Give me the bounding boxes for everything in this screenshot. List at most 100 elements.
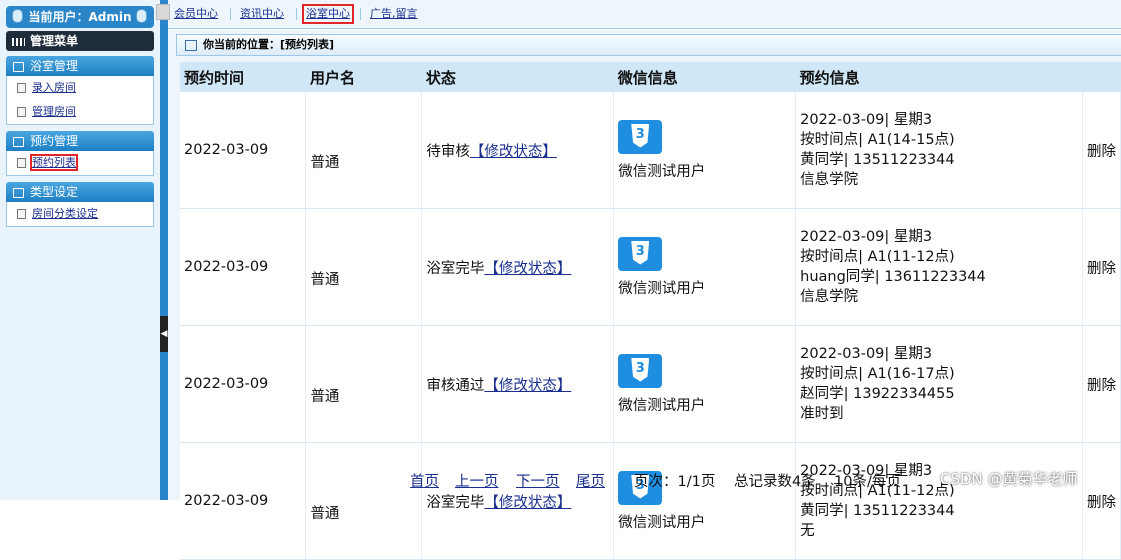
- info-contact: 赵同学| 13922334455: [800, 386, 955, 402]
- delete-link[interactable]: 删除: [1087, 495, 1116, 511]
- cell-wechat: 3 微信测试用户: [613, 92, 797, 209]
- menu-group-title[interactable]: 浴室管理: [6, 56, 154, 76]
- pin-icon: [12, 9, 23, 23]
- tab-bathroom-center[interactable]: 浴室中心: [302, 4, 354, 24]
- menu-group-title[interactable]: 预约管理: [6, 131, 154, 151]
- cell-action: 删除: [1082, 208, 1121, 326]
- info-contact: huang同学| 13611223344: [800, 269, 986, 285]
- current-user-bar: 当前用户：Admin: [6, 6, 154, 28]
- window-icon: [185, 39, 197, 51]
- sidebar-item-label[interactable]: 房间分类设定: [32, 207, 98, 220]
- col-header-info: 预约信息: [795, 62, 1083, 92]
- first-page-link[interactable]: 首页: [410, 474, 439, 490]
- folder-icon: [13, 187, 24, 198]
- sidebar-item-label[interactable]: 预约列表: [30, 154, 78, 171]
- cell-user: 普通: [305, 92, 423, 209]
- cell-info: 2022-03-09| 星期3 按时间点| A1(11-12点) 黄同学| 13…: [795, 442, 1083, 560]
- edit-status-link[interactable]: 【修改状态】: [484, 261, 571, 277]
- cell-status: 审核通过【修改状态】: [421, 325, 615, 443]
- cell-time: 2022-03-09: [180, 325, 307, 443]
- cell-wechat: 3 微信测试用户: [613, 208, 797, 326]
- delete-link[interactable]: 删除: [1087, 378, 1116, 394]
- document-icon: [17, 107, 26, 117]
- cell-user: 普通: [305, 208, 423, 326]
- tab-member-center[interactable]: 会员中心: [174, 6, 218, 22]
- sidebar-item-booking-list[interactable]: 预约列表: [7, 151, 153, 175]
- menu-group-type: 类型设定 房间分类设定: [6, 182, 154, 227]
- info-note: 信息学院: [800, 289, 859, 305]
- wechat-name: 微信测试用户: [618, 280, 706, 297]
- document-icon: [17, 83, 26, 93]
- cell-user: 普通: [305, 442, 423, 560]
- tab-ads-messages[interactable]: 广告,留言: [370, 6, 418, 22]
- cell-info: 2022-03-09| 星期3 按时间点| A1(11-12点) huang同学…: [795, 208, 1083, 326]
- cell-info: 2022-03-09| 星期3 按时间点| A1(14-15点) 黄同学| 13…: [795, 92, 1083, 209]
- last-page-link[interactable]: 尾页: [576, 474, 605, 490]
- delete-link[interactable]: 删除: [1087, 261, 1116, 277]
- table-row: 2022-03-09 普通 待审核【修改状态】 3 微信测试用户 2022-03-…: [180, 92, 1121, 209]
- sidebar-item-label[interactable]: 录入房间: [32, 81, 76, 94]
- css3-icon: 3: [618, 353, 663, 388]
- menu-title: 管理菜单: [30, 34, 79, 48]
- cell-wechat: 3 微信测试用户: [613, 442, 797, 560]
- tab-divider: [296, 8, 297, 20]
- tab-divider: [360, 8, 361, 20]
- menu-group-label: 浴室管理: [30, 59, 79, 73]
- menu-group-title[interactable]: 类型设定: [6, 182, 154, 202]
- edit-status-link[interactable]: 【修改状态】: [484, 378, 571, 394]
- menu-group-bathroom: 浴室管理 录入房间 管理房间: [6, 56, 154, 125]
- sidebar-item-manage-room[interactable]: 管理房间: [7, 100, 153, 124]
- info-slot: 按时间点| A1(16-17点): [800, 366, 955, 382]
- info-note: 无: [800, 523, 815, 539]
- breadcrumb-text: 你当前的位置：[预约列表]: [203, 38, 335, 51]
- cell-info: 2022-03-09| 星期3 按时间点| A1(16-17点) 赵同学| 13…: [795, 325, 1083, 443]
- grid-icon: [12, 37, 25, 46]
- per-page: 10条/每页: [834, 474, 901, 490]
- delete-link[interactable]: 删除: [1087, 144, 1116, 160]
- table-header-row: 预约时间 用户名 状态 微信信息 预约信息: [180, 62, 1121, 92]
- col-header-wechat: 微信信息: [613, 62, 796, 92]
- total-records: 总记录数4条: [734, 474, 816, 490]
- info-date: 2022-03-09| 星期3: [800, 346, 933, 362]
- tab-news-center[interactable]: 资讯中心: [240, 6, 284, 22]
- watermark: CSDN @黄菊华老师: [940, 470, 1078, 488]
- sidebar-item-add-room[interactable]: 录入房间: [7, 76, 153, 100]
- breadcrumb: 你当前的位置：[预约列表]: [176, 34, 1121, 56]
- document-icon: [17, 209, 26, 219]
- collapse-arrow-icon[interactable]: ◀: [160, 316, 168, 352]
- info-date: 2022-03-09| 星期3: [800, 112, 933, 128]
- menu-group-label: 类型设定: [30, 185, 79, 199]
- css3-icon: 3: [618, 119, 663, 154]
- col-header-status: 状态: [421, 62, 614, 92]
- cell-status: 待审核【修改状态】: [421, 92, 615, 209]
- menu-group-booking: 预约管理 预约列表: [6, 131, 154, 176]
- sidebar: 当前用户：Admin 管理菜单 浴室管理 录入房间 管理房间 预约管理 预约列表…: [0, 0, 160, 500]
- edit-status-link[interactable]: 【修改状态】: [470, 144, 557, 160]
- wechat-name: 微信测试用户: [618, 397, 706, 414]
- nav-box-icon: [156, 4, 170, 20]
- sidebar-item-room-category[interactable]: 房间分类设定: [7, 202, 153, 226]
- wechat-name: 微信测试用户: [618, 514, 706, 531]
- sidebar-item-label[interactable]: 管理房间: [32, 105, 76, 118]
- prev-page-link[interactable]: 上一页: [455, 474, 499, 490]
- cell-wechat: 3 微信测试用户: [613, 325, 797, 443]
- top-nav: 会员中心 资讯中心 浴室中心 广告,留言: [156, 0, 1121, 29]
- edit-status-link[interactable]: 【修改状态】: [484, 495, 571, 511]
- sidebar-splitter[interactable]: [160, 0, 168, 500]
- cell-status: 浴室完毕【修改状态】: [421, 442, 615, 560]
- cell-user: 普通: [305, 325, 423, 443]
- document-icon: [17, 158, 26, 168]
- cell-action: 删除: [1082, 442, 1121, 560]
- table-row: 2022-03-09 普通 审核通过【修改状态】 3 微信测试用户 2022-03…: [180, 325, 1121, 443]
- cell-time: 2022-03-09: [180, 92, 307, 209]
- info-contact: 黄同学| 13511223344: [800, 152, 955, 168]
- folder-icon: [13, 61, 24, 72]
- next-page-link[interactable]: 下一页: [516, 474, 560, 490]
- col-header-user: 用户名: [305, 62, 422, 92]
- col-header-action: [1082, 62, 1121, 92]
- info-slot: 按时间点| A1(11-12点): [800, 249, 955, 265]
- page-info: 页次：1/1页: [634, 474, 716, 490]
- info-date: 2022-03-09| 星期3: [800, 229, 933, 245]
- status-text: 浴室完毕: [426, 494, 485, 511]
- wechat-name: 微信测试用户: [618, 163, 706, 180]
